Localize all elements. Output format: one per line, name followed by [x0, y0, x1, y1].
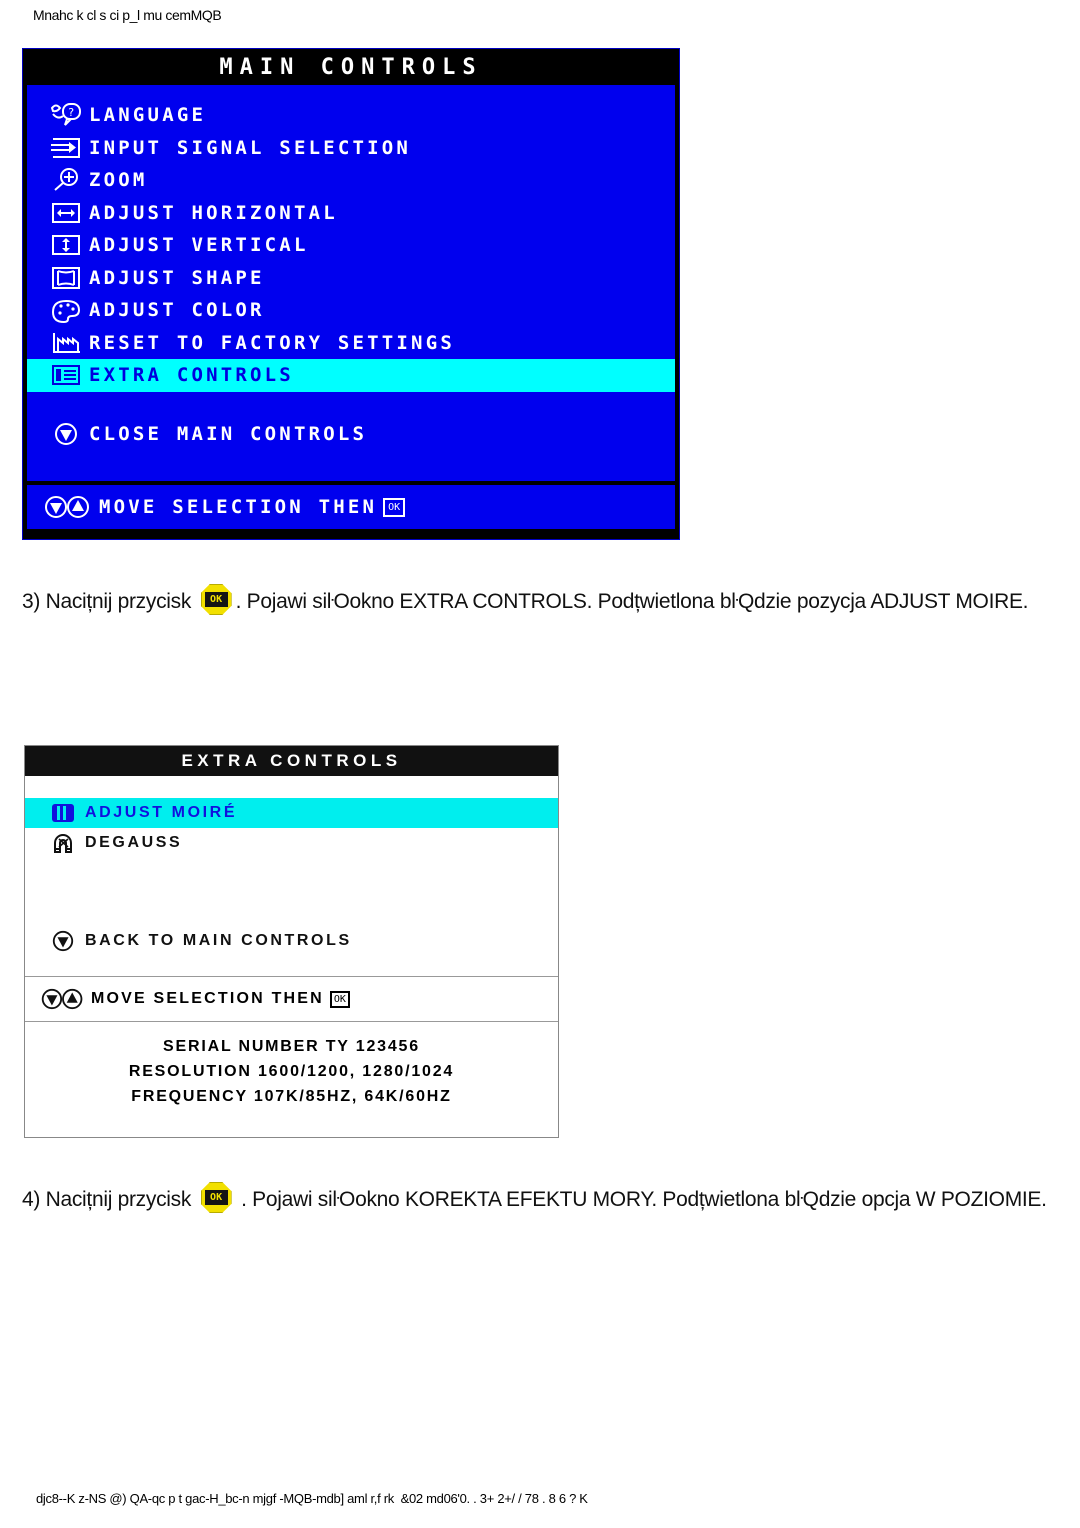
- osd-main-spacer: [27, 392, 675, 418]
- down-up-arrow-circles-icon: [39, 987, 91, 1011]
- osd-extra-item-label: BACK TO MAIN CONTROLS: [85, 932, 352, 949]
- osd-item-zoom[interactable]: ZOOM: [27, 164, 675, 197]
- osd-item-label: ADJUST HORIZONTAL: [89, 201, 338, 224]
- osd-item-label: ZOOM: [89, 169, 148, 192]
- moire-pattern-icon: [41, 802, 85, 824]
- paragraph-step-3-prefix: 3) Nacițnij przycisk: [22, 590, 197, 613]
- extra-controls-list-icon: [43, 362, 89, 388]
- adjust-horizontal-icon: [43, 200, 89, 226]
- osd-extra-serial-number: SERIAL NUMBER TY 123456: [163, 1038, 420, 1055]
- osd-item-label: ADJUST SHAPE: [89, 266, 265, 289]
- osd-extra-controls-panel: EXTRA CONTROLS ADJUST MOIRÉ DEGAUSS BACK…: [24, 745, 559, 1138]
- osd-extra-item-label: ADJUST MOIRÉ: [85, 804, 238, 821]
- osd-item-input-signal-selection[interactable]: INPUT SIGNAL SELECTION: [27, 132, 675, 165]
- osd-item-language[interactable]: ? LANGUAGE: [27, 99, 675, 132]
- language-globe-icon: ?: [43, 102, 89, 128]
- ok-key-icon: OK: [329, 990, 350, 1008]
- osd-main-footer-label: MOVE SELECTION THEN: [99, 496, 378, 518]
- adjust-shape-icon: [43, 265, 89, 291]
- down-arrow-circle-icon: [43, 421, 89, 447]
- osd-main-footer-hint: MOVE SELECTION THEN OK: [27, 485, 675, 529]
- input-signal-arrow-icon: [43, 135, 89, 161]
- ok-key-icon: OK: [383, 497, 406, 517]
- ok-button-icon[interactable]: OK: [200, 584, 232, 615]
- osd-item-adjust-color[interactable]: ADJUST COLOR: [27, 294, 675, 327]
- ok-button-label: OK: [204, 1190, 228, 1205]
- osd-extra-gap-2: [25, 956, 558, 976]
- osd-item-label: ADJUST COLOR: [89, 299, 265, 322]
- page-footer-text: djc8--K z-NS @) QA-qc p t gac-H_bc-n mjg…: [36, 1491, 588, 1506]
- osd-main-controls-panel: MAIN CONTROLS ? LANGUAGE INPUT SIGNAL SE…: [22, 48, 680, 540]
- osd-item-extra-controls[interactable]: EXTRA CONTROLS: [27, 359, 675, 392]
- paragraph-step-3: 3) Nacițnij przycisk OK . Pojawi siŀOokno…: [22, 583, 1042, 621]
- osd-item-adjust-horizontal[interactable]: ADJUST HORIZONTAL: [27, 197, 675, 230]
- paragraph-step-4: 4) Nacițnij przycisk OK . Pojawi siŀOokn…: [22, 1181, 1062, 1219]
- reset-factory-icon: [43, 330, 89, 356]
- osd-extra-item-adjust-moire[interactable]: ADJUST MOIRÉ: [25, 798, 558, 828]
- osd-main-body: ? LANGUAGE INPUT SIGNAL SELECTION ZOOM A…: [27, 85, 675, 481]
- osd-extra-info-block: SERIAL NUMBER TY 123456 RESOLUTION 1600/…: [25, 1022, 558, 1109]
- osd-item-label: EXTRA CONTROLS: [89, 364, 294, 387]
- osd-item-adjust-shape[interactable]: ADJUST SHAPE: [27, 262, 675, 295]
- osd-item-label: ADJUST VERTICAL: [89, 234, 309, 257]
- down-arrow-circle-icon: [41, 929, 85, 953]
- osd-extra-item-degauss[interactable]: DEGAUSS: [25, 828, 558, 858]
- osd-item-adjust-vertical[interactable]: ADJUST VERTICAL: [27, 229, 675, 262]
- osd-extra-frequency: FREQUENCY 107K/85HZ, 64K/60HZ: [131, 1088, 452, 1105]
- osd-item-label: INPUT SIGNAL SELECTION: [89, 136, 412, 159]
- osd-extra-items: ADJUST MOIRÉ DEGAUSS BACK TO MAIN CONTRO…: [25, 776, 558, 976]
- osd-extra-resolution: RESOLUTION 1600/1200, 1280/1024: [128, 1063, 455, 1080]
- degauss-magnet-icon: [41, 832, 85, 854]
- ok-button-label: OK: [204, 592, 228, 607]
- paragraph-step-4-suffix: . Pojawi siŀOokno KOREKTA EFEKTU MORY. P…: [235, 1188, 1047, 1211]
- osd-extra-footer-hint: MOVE SELECTION THEN OK: [25, 977, 558, 1021]
- osd-extra-item-label: DEGAUSS: [85, 834, 183, 851]
- osd-item-label: RESET TO FACTORY SETTINGS: [89, 331, 455, 354]
- osd-extra-item-back-to-main-controls[interactable]: BACK TO MAIN CONTROLS: [25, 926, 558, 956]
- zoom-magnifier-icon: [43, 167, 89, 193]
- osd-extra-gap: [25, 858, 558, 926]
- osd-item-label: LANGUAGE: [89, 104, 207, 127]
- page-header-text: Mnahc k cl s ci p_l mu cemMQB: [33, 7, 222, 23]
- osd-item-label: CLOSE MAIN CONTROLS: [89, 422, 368, 445]
- osd-extra-footer-label: MOVE SELECTION THEN: [91, 990, 324, 1007]
- osd-extra-title: EXTRA CONTROLS: [25, 746, 558, 776]
- down-up-arrow-circles-icon: [43, 494, 99, 520]
- svg-text:?: ?: [68, 106, 75, 119]
- osd-item-reset-to-factory-settings[interactable]: RESET TO FACTORY SETTINGS: [27, 327, 675, 360]
- paragraph-step-4-prefix: 4) Nacițnij przycisk: [22, 1188, 197, 1211]
- osd-main-title: MAIN CONTROLS: [23, 49, 679, 85]
- paragraph-step-3-suffix: . Pojawi siŀOokno EXTRA CONTROLS. Podțwi…: [235, 590, 1029, 613]
- adjust-color-palette-icon: [43, 297, 89, 324]
- adjust-vertical-icon: [43, 232, 89, 258]
- ok-button-icon[interactable]: OK: [200, 1182, 232, 1213]
- osd-item-close-main-controls[interactable]: CLOSE MAIN CONTROLS: [27, 418, 675, 451]
